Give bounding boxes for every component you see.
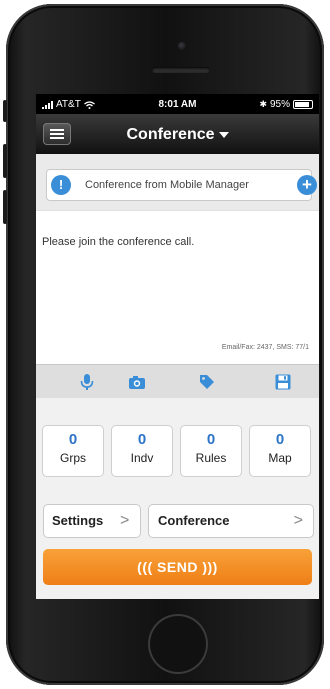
subject-row: ! Conference from Mobile Manager + — [36, 154, 319, 210]
microphone-icon[interactable] — [78, 373, 96, 391]
nav-title: Conference — [126, 126, 215, 143]
earpiece-speaker — [152, 67, 210, 73]
send-label: ((( SEND ))) — [137, 559, 218, 575]
volume-down-button — [3, 190, 7, 224]
settings-label: Settings — [52, 513, 104, 528]
battery-percent: 95% — [269, 99, 290, 110]
send-button[interactable]: ((( SEND ))) — [43, 549, 312, 585]
character-counter: Email/Fax: 2437, SMS: 77/1 — [221, 344, 309, 351]
dropdown-caret-icon — [218, 131, 229, 138]
volume-up-button — [3, 144, 7, 178]
template-select-button[interactable]: Conference > — [148, 504, 314, 538]
mute-switch — [3, 100, 7, 122]
settings-button[interactable]: Settings > — [43, 504, 141, 538]
map-label: Map — [268, 451, 292, 465]
rules-count: 0 — [206, 431, 216, 448]
individuals-label: Indv — [130, 451, 154, 465]
nav-title-dropdown[interactable]: Conference — [36, 126, 319, 144]
rules-label: Rules — [195, 451, 227, 465]
camera-icon[interactable] — [128, 373, 146, 391]
save-icon[interactable] — [274, 373, 292, 391]
subject-field[interactable]: ! Conference from Mobile Manager + — [46, 169, 317, 201]
individuals-count-button[interactable]: 0 Indv — [111, 425, 173, 477]
chevron-right-icon: > — [120, 512, 130, 529]
nav-bar: Conference — [36, 114, 319, 155]
recipient-stats: 0 Grps 0 Indv 0 Rules 0 Map — [36, 398, 319, 490]
map-count: 0 — [275, 431, 285, 448]
groups-label: Grps — [59, 451, 86, 465]
attachment-toolbar — [36, 364, 319, 400]
template-label: Conference — [158, 513, 230, 528]
battery-icon — [293, 100, 313, 109]
chevron-right-icon: > — [293, 512, 303, 529]
map-count-button[interactable]: 0 Map — [249, 425, 311, 477]
status-bar: AT&T 8:01 AM ✱ 95% — [36, 94, 319, 114]
bluetooth-icon: ✱ — [259, 99, 267, 109]
front-camera — [178, 42, 186, 50]
tag-icon[interactable] — [198, 373, 216, 391]
individuals-count: 0 — [137, 431, 147, 448]
subject-value: Conference from Mobile Manager — [85, 179, 249, 191]
info-icon[interactable]: ! — [51, 175, 71, 195]
home-button[interactable] — [148, 614, 208, 674]
groups-count: 0 — [68, 431, 78, 448]
groups-count-button[interactable]: 0 Grps — [42, 425, 104, 477]
message-text: Please join the conference call. — [42, 236, 195, 248]
add-icon[interactable]: + — [297, 175, 317, 195]
app-screen: AT&T 8:01 AM ✱ 95% Conference ! Conferen… — [36, 94, 319, 599]
battery-indicator: ✱ 95% — [259, 99, 313, 110]
message-body-field[interactable]: Please join the conference call. Email/F… — [36, 210, 319, 365]
rules-count-button[interactable]: 0 Rules — [180, 425, 242, 477]
